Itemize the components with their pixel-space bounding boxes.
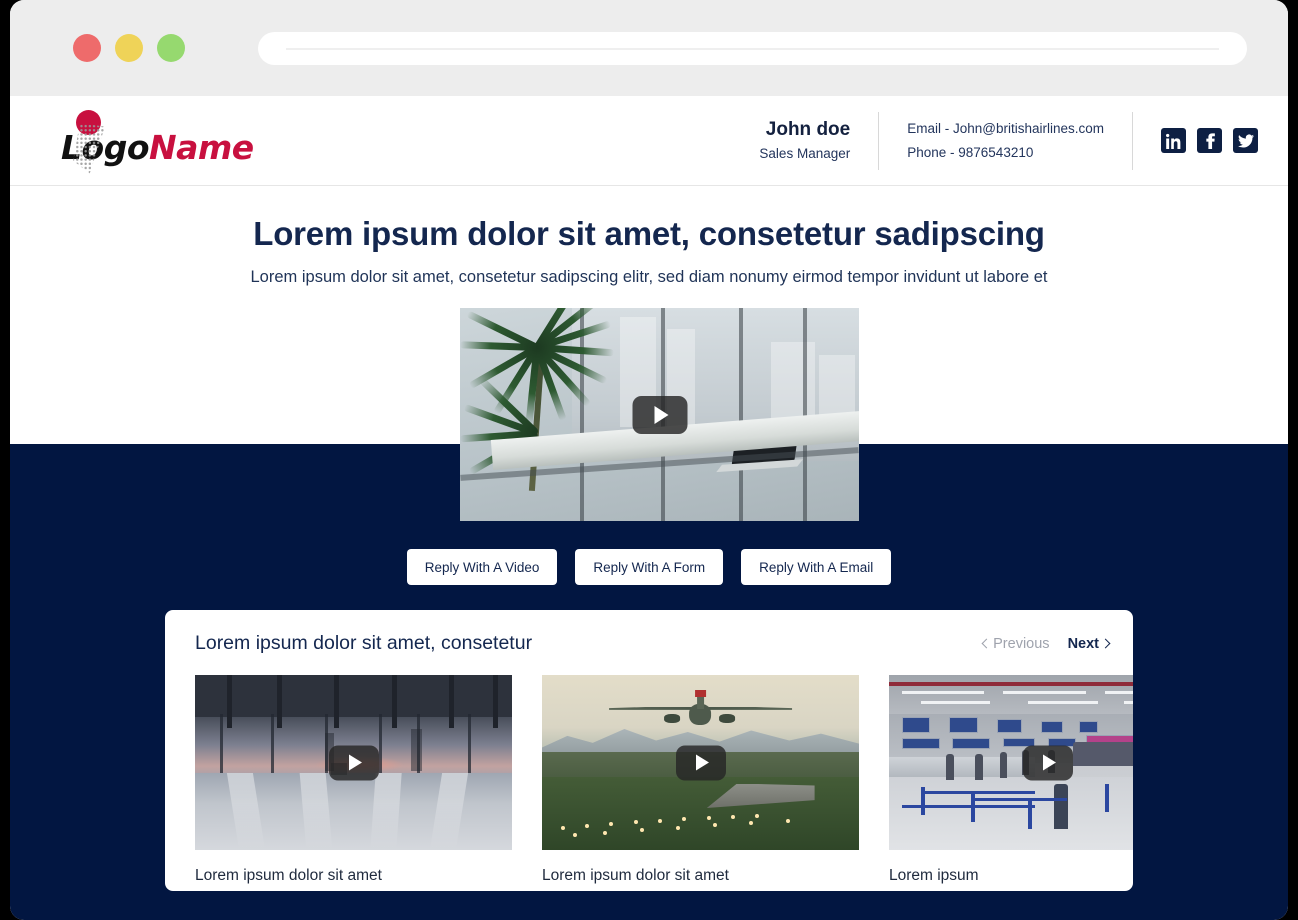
address-bar-text bbox=[286, 48, 1219, 50]
play-triangle-icon bbox=[654, 405, 669, 424]
previous-label: Previous bbox=[993, 635, 1050, 652]
address-bar[interactable] bbox=[258, 32, 1247, 65]
minimize-window-button[interactable] bbox=[115, 34, 143, 62]
runway-lights-art bbox=[548, 812, 852, 837]
navy-section: Reply With A Video Reply With A Form Rep… bbox=[10, 308, 1288, 920]
list-item[interactable]: Lorem ipsum dolor sit amet bbox=[542, 675, 859, 885]
person-role: Sales Manager bbox=[759, 145, 851, 161]
chevron-right-icon bbox=[1100, 638, 1111, 649]
video-thumbnail-2[interactable] bbox=[542, 675, 859, 850]
play-triangle-icon bbox=[696, 754, 709, 771]
site-header: LogoName John doe Sales Manager Email - … bbox=[10, 96, 1288, 186]
previous-button[interactable]: Previous bbox=[981, 635, 1050, 652]
facebook-icon[interactable] bbox=[1197, 128, 1222, 153]
airplane-art bbox=[608, 690, 793, 738]
play-button-3[interactable] bbox=[1022, 745, 1073, 780]
reply-with-form-button[interactable]: Reply With A Form bbox=[575, 549, 724, 585]
browser-chrome bbox=[10, 0, 1288, 96]
playlist-card: Lorem ipsum dolor sit amet, consetetur P… bbox=[165, 610, 1133, 891]
next-label: Next bbox=[1067, 635, 1099, 652]
list-item[interactable]: Lorem ipsum dolor sit amet bbox=[195, 675, 512, 885]
checkin-hall-art bbox=[889, 675, 1133, 850]
next-button[interactable]: Next bbox=[1067, 635, 1111, 652]
main-video-thumbnail bbox=[460, 308, 859, 521]
play-triangle-icon bbox=[1043, 754, 1056, 771]
video-caption-2: Lorem ipsum dolor sit amet bbox=[542, 867, 729, 884]
maximize-window-button[interactable] bbox=[157, 34, 185, 62]
main-play-button[interactable] bbox=[632, 395, 687, 434]
page-subtitle: Lorem ipsum dolor sit amet, consetetur s… bbox=[250, 267, 1048, 286]
reply-with-video-button[interactable]: Reply With A Video bbox=[406, 549, 558, 585]
contact-phone: Phone - 9876543210 bbox=[907, 144, 1034, 160]
browser-window: LogoName John doe Sales Manager Email - … bbox=[10, 0, 1288, 920]
playlist-items: Lorem ipsum dolor sit amet Lorem ipsum d… bbox=[195, 675, 1133, 885]
page-title: Lorem ipsum dolor sit amet, consetetur s… bbox=[253, 215, 1045, 252]
play-button-2[interactable] bbox=[675, 745, 726, 780]
logo[interactable]: LogoName bbox=[61, 106, 254, 176]
play-triangle-icon bbox=[349, 754, 362, 771]
video-thumbnail-1[interactable] bbox=[195, 675, 512, 850]
contact-email: Email - John@britishairlines.com bbox=[907, 121, 1104, 137]
logo-text-secondary: Name bbox=[149, 127, 254, 167]
list-item[interactable]: Lorem ipsum bbox=[889, 675, 1133, 885]
twitter-icon[interactable] bbox=[1233, 128, 1258, 153]
playlist-title: Lorem ipsum dolor sit amet, consetetur bbox=[195, 632, 533, 654]
contact-block: Email - John@britishairlines.com Phone -… bbox=[879, 117, 1132, 163]
video-caption-1: Lorem ipsum dolor sit amet bbox=[195, 867, 382, 884]
reply-with-email-button[interactable]: Reply With A Email bbox=[741, 549, 892, 585]
playlist-header: Lorem ipsum dolor sit amet, consetetur P… bbox=[195, 632, 1111, 655]
social-links bbox=[1133, 128, 1258, 153]
video-thumbnail-3[interactable] bbox=[889, 675, 1133, 850]
main-video-player[interactable] bbox=[460, 308, 859, 521]
linkedin-icon[interactable] bbox=[1161, 128, 1186, 153]
video-caption-3: Lorem ipsum bbox=[889, 867, 979, 884]
play-button-1[interactable] bbox=[328, 745, 379, 780]
window-controls bbox=[73, 34, 185, 62]
playlist-pagination: Previous Next bbox=[981, 635, 1111, 652]
chevron-left-icon bbox=[981, 638, 992, 649]
close-window-button[interactable] bbox=[73, 34, 101, 62]
reply-button-row: Reply With A Video Reply With A Form Rep… bbox=[10, 549, 1288, 585]
person-name: John doe bbox=[765, 118, 851, 140]
person-block: John doe Sales Manager bbox=[731, 117, 878, 164]
